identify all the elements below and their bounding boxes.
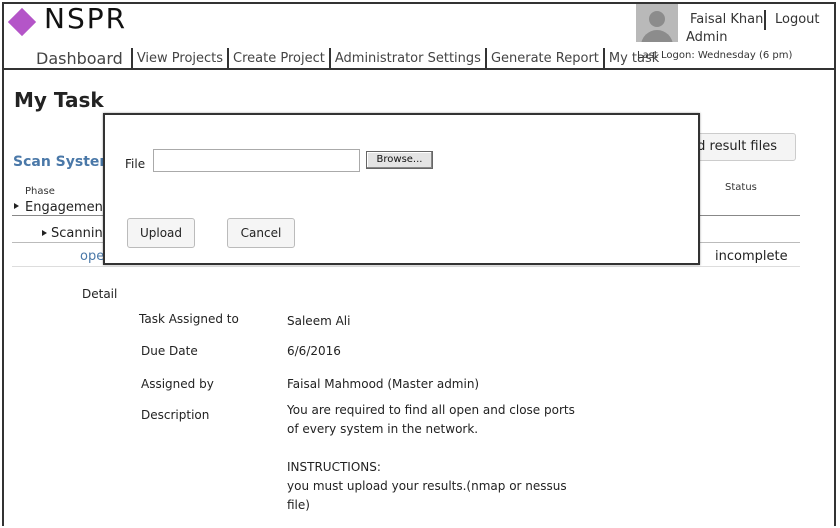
user-separator: [764, 10, 766, 30]
nav-generate-report[interactable]: Generate Report: [487, 48, 605, 70]
column-header-phase: Phase: [25, 186, 55, 197]
description-line: you must upload your results.(nmap or ne…: [287, 479, 567, 493]
detail-value-assigned-by: Faisal Mahmood (Master admin): [287, 377, 480, 391]
detail-label-description: Description: [141, 408, 210, 422]
description-line: You are required to find all open and cl…: [287, 403, 575, 417]
page-title: My Task: [14, 88, 104, 112]
detail-value-assigned-to: Saleem Ali: [287, 314, 351, 328]
nav-view-projects[interactable]: View Projects: [133, 48, 230, 70]
upload-result-files-button[interactable]: d result files: [688, 133, 796, 161]
avatar-head-shape: [649, 11, 665, 27]
upload-dialog: File Browse... Upload Cancel: [103, 113, 700, 265]
task-open-link[interactable]: ope: [80, 249, 104, 264]
file-path-input[interactable]: [153, 149, 360, 172]
user-name[interactable]: Faisal Khan: [690, 12, 763, 27]
expand-engagement-icon[interactable]: [14, 203, 19, 209]
upload-button[interactable]: Upload: [127, 218, 195, 248]
file-label: File: [125, 157, 146, 171]
description-line: [287, 439, 587, 458]
detail-value-description: You are required to find all open and cl…: [287, 401, 587, 515]
detail-label-due-date: Due Date: [141, 344, 198, 358]
nav-create-project[interactable]: Create Project: [229, 48, 331, 70]
column-header-status: Status: [725, 182, 757, 193]
nav-dashboard[interactable]: Dashboard: [28, 48, 133, 70]
avatar-body-shape: [641, 30, 673, 42]
detail-label-assigned-to: Task Assigned to: [139, 312, 239, 326]
main-nav: Dashboard View Projects Create Project A…: [28, 44, 663, 70]
description-line: file): [287, 498, 310, 512]
description-line: INSTRUCTIONS:: [287, 460, 381, 474]
browse-button[interactable]: Browse...: [366, 151, 433, 169]
description-line: of every system in the network.: [287, 422, 479, 436]
last-logon: Last Logon: Wednesday (6 pm): [637, 50, 793, 61]
status-badge: incomplete: [715, 249, 788, 264]
app-logo[interactable]: NSPR: [44, 2, 127, 35]
detail-label-assigned-by: Assigned by: [141, 377, 214, 391]
user-role: Admin: [686, 30, 728, 45]
phase-engagement: Engagement: [25, 200, 108, 215]
nav-administrator-settings[interactable]: Administrator Settings: [331, 48, 487, 70]
avatar[interactable]: [636, 4, 678, 42]
cancel-button[interactable]: Cancel: [227, 218, 295, 248]
table-divider: [12, 266, 800, 267]
detail-label: Detail: [82, 287, 118, 301]
logout-link[interactable]: Logout: [775, 12, 820, 27]
expand-scanning-icon[interactable]: [42, 230, 47, 236]
detail-value-due-date: 6/6/2016: [287, 344, 341, 358]
sub-phase-scanning: Scanning: [51, 226, 111, 241]
